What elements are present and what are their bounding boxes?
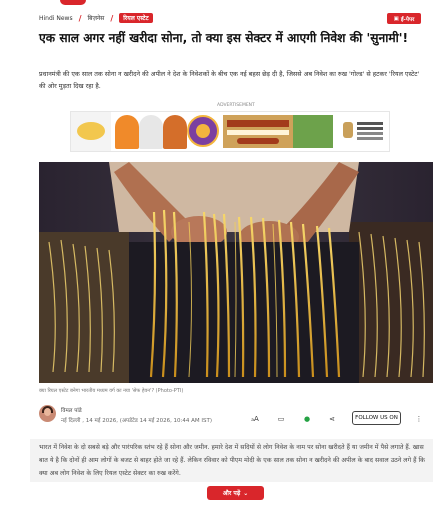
more-icon[interactable]: ⋮ (414, 414, 424, 424)
top-bar (0, 0, 435, 6)
breadcrumb-separator: / (110, 13, 114, 23)
article-summary: प्रधानमंत्री की एक साल तक सोना न खरीदने … (39, 70, 420, 90)
read-more-label: और पढ़ें (222, 490, 241, 497)
avatar[interactable] (39, 405, 56, 422)
breadcrumb-home[interactable]: Hindi News (39, 15, 73, 22)
follow-us-button[interactable]: FOLLOW US ON (352, 411, 401, 425)
article-hero-image[interactable] (39, 162, 433, 383)
page-title: एक साल अगर नहीं खरीदा सोना, तो क्या इस स… (39, 31, 409, 45)
epaper-icon: ▣ (393, 15, 399, 22)
article-dateline: नई दिल्ली , 14 मई 2026, (अपडेटेड 14 मई 2… (61, 418, 213, 424)
author-name[interactable]: विमल पांडे (61, 406, 82, 414)
brand-tab (60, 0, 86, 5)
font-size-icon[interactable]: ₐA (250, 414, 260, 424)
whatsapp-icon[interactable]: ● (302, 414, 312, 424)
image-caption: क्या रियल एस्टेट बनेगा भारतीय मध्यम वर्ग… (39, 388, 184, 394)
author-row: विमल पांडे नई दिल्ली , 14 मई 2026, (अपडे… (39, 405, 435, 435)
comment-icon[interactable]: ▭ (276, 414, 286, 424)
epaper-label: ई-पेपर (400, 16, 415, 23)
breadcrumb-separator: / (78, 13, 82, 23)
breadcrumb-business[interactable]: बिज़नेस (88, 14, 105, 22)
read-more-button[interactable]: और पढ़ें ⌄ (207, 486, 264, 500)
chevron-down-icon: ⌄ (243, 489, 249, 497)
share-icon[interactable]: ⋖ (327, 414, 337, 424)
epaper-button[interactable]: ▣ ई-पेपर (387, 13, 421, 24)
breadcrumb: Hindi News / बिज़नेस / रियल एस्टेट (39, 12, 153, 24)
breadcrumb-active[interactable]: रियल एस्टेट (119, 13, 153, 23)
article-body: भारत में निवेश के दो सबसे बड़े और पारंपर… (39, 444, 425, 477)
ad-label: ADVERTISEMENT (217, 103, 255, 108)
advertisement-banner[interactable] (70, 111, 390, 152)
